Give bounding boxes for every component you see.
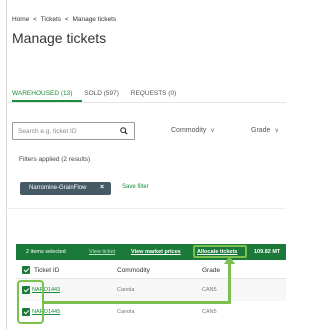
selected-count: 2 items selected [26, 249, 66, 255]
column-header-grade[interactable]: Grade [202, 267, 220, 274]
tab-bar: WAREHOUSED (13) SOLD (597) REQUESTS (0) [12, 90, 186, 97]
table-row[interactable]: NARO1445 Canola CAN5 [16, 301, 286, 323]
breadcrumb-separator: < [33, 16, 37, 23]
section-divider [6, 208, 286, 209]
highlight-connector-vertical [228, 260, 231, 304]
search-input[interactable] [18, 125, 113, 137]
tab-warehoused[interactable]: WAREHOUSED (13) [12, 90, 72, 97]
close-icon[interactable]: × [100, 184, 104, 191]
tab-requests[interactable]: REQUESTS (0) [131, 90, 177, 97]
selected-rows-highlight [17, 280, 44, 324]
save-filter-link[interactable]: Save filter [122, 184, 149, 190]
filter-chip: Narromine-GrainFlow × [20, 182, 111, 195]
page-title: Manage tickets [12, 30, 107, 46]
breadcrumb: Home < Tickets < Manage tickets [12, 16, 118, 23]
breadcrumb-current: Manage tickets [72, 16, 117, 23]
grade-dropdown[interactable]: Grade ∨ [251, 127, 279, 134]
column-header-ticket-id[interactable]: Ticket ID [34, 267, 59, 274]
allocate-tickets-highlight [193, 245, 247, 258]
commodity-dropdown[interactable]: Commodity ∨ [171, 127, 215, 134]
highlight-connector-horizontal [44, 301, 231, 304]
filters-applied-label: Filters applied (2 results) [19, 156, 91, 163]
breadcrumb-tickets[interactable]: Tickets [41, 16, 61, 23]
arrow-up-icon [224, 256, 235, 264]
breadcrumb-home[interactable]: Home [12, 16, 29, 23]
tonnage-total: 109.82 MT [254, 249, 281, 255]
grade-dropdown-label: Grade [251, 127, 271, 134]
grade-cell: CAN5 [202, 309, 217, 315]
table-header: Ticket ID Commodity Grade [16, 262, 286, 279]
tab-sold[interactable]: SOLD (597) [84, 90, 119, 97]
commodity-cell: Canola [117, 309, 135, 315]
chevron-down-icon: ∨ [274, 128, 279, 134]
view-market-prices-link[interactable]: View market prices [131, 249, 181, 255]
view-ticket-link[interactable]: View ticket [89, 249, 115, 255]
chevron-down-icon: ∨ [210, 128, 215, 134]
filter-chip-label: Narromine-GrainFlow [29, 185, 87, 191]
commodity-cell: Canola [117, 287, 135, 293]
grade-cell: CAN5 [202, 287, 217, 293]
search-icon[interactable] [120, 127, 128, 135]
table-row[interactable]: NARO1443 Canola CAN5 [16, 279, 286, 301]
column-header-commodity[interactable]: Commodity [117, 267, 150, 274]
select-all-checkbox[interactable] [22, 266, 30, 274]
search-box[interactable] [12, 122, 135, 140]
tabs-divider [6, 102, 286, 103]
breadcrumb-separator: < [64, 16, 69, 23]
commodity-dropdown-label: Commodity [171, 127, 207, 134]
